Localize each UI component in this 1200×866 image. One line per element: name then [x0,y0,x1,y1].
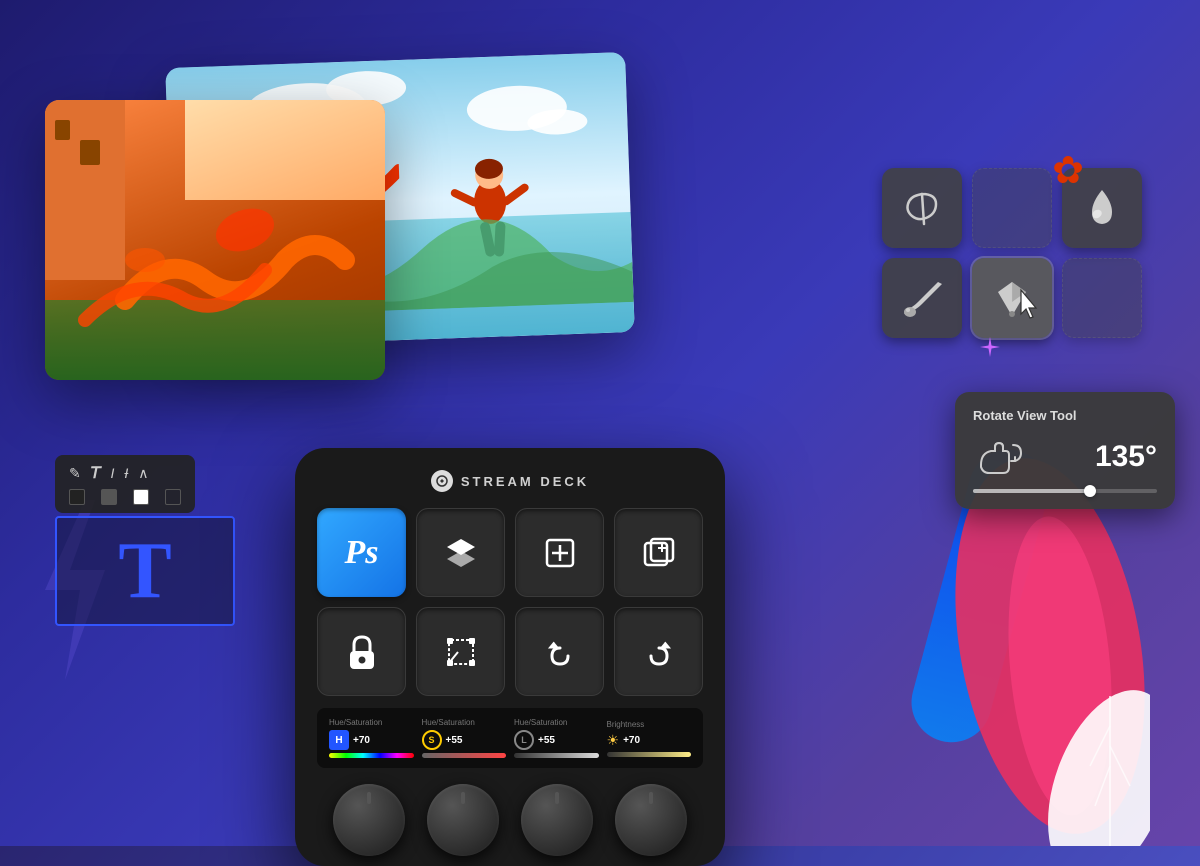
knobs-row [317,780,703,856]
tool-empty-1[interactable] [972,168,1052,248]
deck-button-transform[interactable] [416,607,505,696]
char-swatch-mid[interactable] [101,489,117,505]
deck-button-redo[interactable] [614,607,703,696]
rotate-slider[interactable] [973,489,1157,493]
knob-3[interactable] [521,784,593,856]
text-tool-widget: T [55,516,235,626]
flower-red-decoration: ✿ [1052,148,1084,193]
cursor [1017,288,1045,327]
deck-button-layers[interactable] [416,508,505,597]
char-panel: ✎ 𝘛 I I ∧ [55,455,195,513]
char-icon-line[interactable]: ∧ [138,465,148,482]
text-t-letter: T [118,531,171,611]
char-swatch-black[interactable] [69,489,85,505]
tool-empty-2[interactable] [1062,258,1142,338]
lcd-bright-section: Brightness ☀ +70 [607,720,692,757]
knob-2[interactable] [427,784,499,856]
rotate-icon [973,435,1023,479]
stream-deck-brand: STREAM DECK [461,474,589,489]
deck-button-ps[interactable]: Ps [317,508,406,597]
rotate-value: 135° [1095,440,1157,474]
button-grid: Ps [317,508,703,597]
stream-deck-device: STREAM DECK Ps [295,448,725,866]
rotate-popup-title: Rotate View Tool [973,408,1157,423]
deck-button-undo[interactable] [515,607,604,696]
lcd-sat-section: Hue/Saturation S +55 [422,718,507,758]
deck-button-paste[interactable] [614,508,703,597]
char-icon-italic2[interactable]: I [124,465,128,481]
text-tool-box: T [55,516,235,626]
button-grid-row2 [317,607,703,696]
knob-1[interactable] [333,784,405,856]
char-icon-strikethrough[interactable]: 𝘛 [91,463,101,483]
artwork-card-front [45,100,385,380]
char-icon-italic[interactable]: I [111,465,115,481]
char-icon-pen[interactable]: ✎ [69,465,81,482]
tool-brush-alt-button[interactable] [882,258,962,338]
char-swatch-white[interactable] [133,489,149,505]
lcd-lum-section: Hue/Saturation L +55 [514,718,599,758]
knob-4[interactable] [615,784,687,856]
deck-button-lock[interactable] [317,607,406,696]
deck-button-add[interactable] [515,508,604,597]
star-sparkle-decoration [978,335,1002,364]
char-swatch-outline[interactable] [165,489,181,505]
rotate-view-popup: Rotate View Tool 135° [955,392,1175,509]
tool-icons-panel [882,168,1142,338]
stream-deck-logo [431,470,453,492]
tool-lasso-button[interactable] [882,168,962,248]
stream-deck-header: STREAM DECK [317,470,703,492]
lcd-hue-section: Hue/Saturation H +70 [329,718,414,758]
lcd-panel: Hue/Saturation H +70 Hue/Saturation S +5… [317,708,703,768]
